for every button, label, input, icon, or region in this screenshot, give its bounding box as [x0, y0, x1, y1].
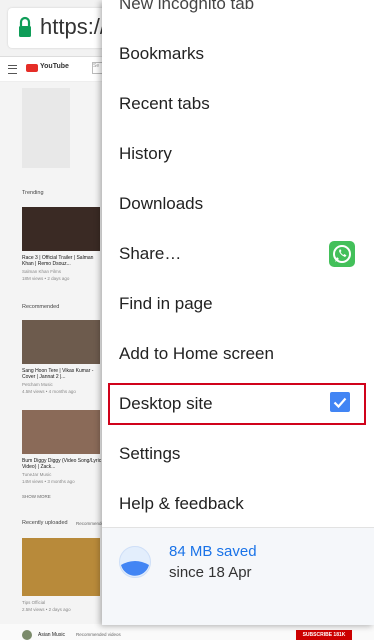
- video-title[interactable]: Race 3 | Official Trailer | Salman Khan …: [22, 255, 102, 267]
- data-saver-icon: [119, 546, 151, 578]
- menu-item-desktop-site[interactable]: Desktop site: [119, 394, 213, 414]
- video-thumbnail[interactable]: [22, 410, 100, 454]
- video-thumbnail[interactable]: [22, 207, 100, 251]
- video-thumbnail[interactable]: [22, 320, 100, 364]
- recently-uploaded-heading: Recently uploaded: [22, 520, 68, 526]
- video-thumbnail[interactable]: [22, 538, 100, 596]
- url-text[interactable]: https://: [40, 14, 106, 40]
- video-channel: Salman Khan Films: [22, 269, 62, 274]
- video-meta: 18M views • 2 days ago: [22, 276, 70, 281]
- channel-avatar[interactable]: [22, 630, 32, 640]
- menu-item-bookmarks[interactable]: Bookmarks: [119, 44, 204, 64]
- video-meta: 14M views • 3 months ago: [22, 479, 75, 484]
- video-channel: Tips Official: [22, 600, 46, 605]
- menu-item-downloads[interactable]: Downloads: [119, 194, 203, 214]
- video-channel: TuneJar Music: [22, 472, 52, 477]
- menu-item-add-to-home-screen[interactable]: Add to Home screen: [119, 344, 274, 364]
- video-meta: 2.5M views • 2 days ago: [22, 607, 71, 612]
- hamburger-menu-icon[interactable]: [8, 65, 17, 74]
- video-title[interactable]: Bum Diggy Diggy (Video Song/Lyric Video)…: [22, 458, 102, 470]
- menu-item-help-feedback[interactable]: Help & feedback: [119, 494, 244, 514]
- menu-item-find-in-page[interactable]: Find in page: [119, 294, 213, 314]
- video-meta: 4.5M views • 4 months ago: [22, 389, 76, 394]
- menu-item-recent-tabs[interactable]: Recent tabs: [119, 94, 210, 114]
- trending-heading: Trending: [22, 190, 44, 196]
- menu-item-share[interactable]: Share…: [119, 244, 181, 264]
- video-channel: Petcham Music: [22, 382, 53, 387]
- whatsapp-icon[interactable]: [329, 241, 355, 267]
- subscribe-button[interactable]: SUBSCRIBE 181K: [296, 630, 352, 640]
- data-saved-since: since 18 Apr: [169, 564, 252, 581]
- show-more-link[interactable]: SHOW MORE: [22, 494, 51, 499]
- desktop-site-checkbox[interactable]: [330, 392, 350, 412]
- recommended-heading: Recommended: [22, 304, 60, 310]
- channel-name[interactable]: Asian Music: [38, 632, 65, 638]
- youtube-logo-icon[interactable]: [26, 64, 38, 72]
- menu-item-new-incognito-tab[interactable]: New incognito tab: [119, 0, 254, 14]
- lock-icon: [19, 16, 31, 37]
- promo-card: [22, 88, 70, 168]
- youtube-logo-text: YouTube: [40, 63, 69, 70]
- data-saved-amount: 84 MB saved: [169, 543, 257, 560]
- menu-item-settings[interactable]: Settings: [119, 444, 180, 464]
- channel-sub: Recommended videos: [76, 632, 121, 637]
- menu-item-history[interactable]: History: [119, 144, 172, 164]
- video-title[interactable]: Sang Hoon Tere | Vikas Kumar - Cover | J…: [22, 368, 102, 380]
